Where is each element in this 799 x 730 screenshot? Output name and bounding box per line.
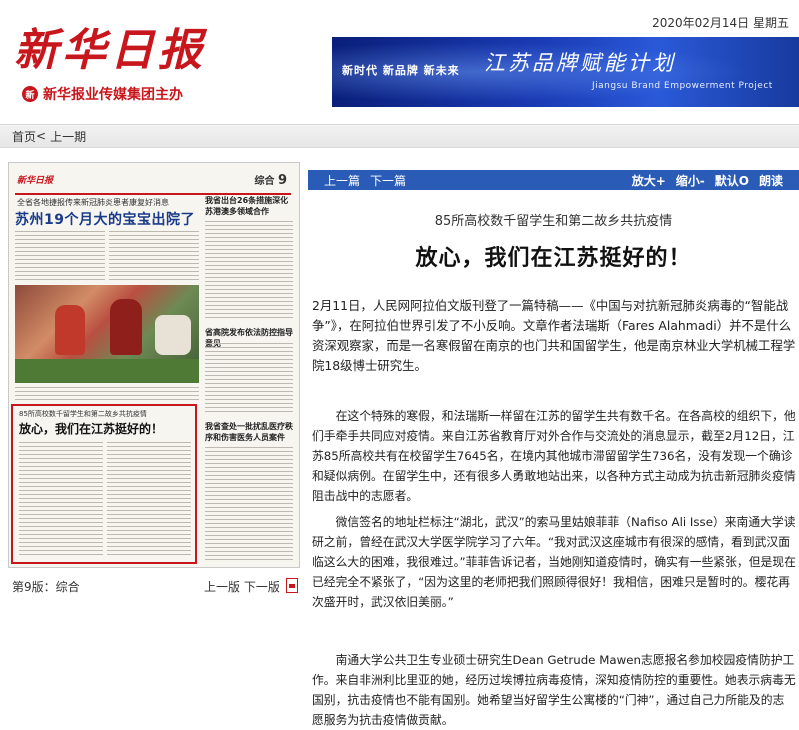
article-paragraph: 微信签名的地址栏标注“湖北，武汉”的索马里姑娘菲菲（Nafiso Ali Iss… [312,515,796,609]
photo-figure [55,305,85,355]
banner-slogan: 新时代 新品牌 新未来 [342,64,460,77]
article-body: 85所高校数千留学生和第二故乡共抗疫情 放心，我们在江苏挺好的！ 2月11日，人… [308,190,799,729]
selected-article-box[interactable]: 85所高校数千留学生和第二故乡共抗疫情 放心，我们在江苏挺好的！ [11,404,197,564]
thumb-photo[interactable] [15,285,199,383]
issue-weekday: 星期五 [752,16,789,30]
banner-title: 江苏品牌赋能计划 [484,51,676,75]
page-label[interactable]: 第9版：综合 [12,578,80,595]
article-paragraph: 南通大学公共卫生专业硕士研究生Dean Getrude Mawen志愿报名参加校… [312,653,796,727]
article-toolbar: 上一篇 下一篇 放大+ 缩小- 默认O 朗读 [308,170,799,190]
thumb-section: 综合 9 [254,172,287,188]
default-size-button[interactable]: 默认O [715,172,749,189]
selected-article-headline: 放心，我们在江苏挺好的！ [19,422,164,436]
banner-subtitle: Jiangsu Brand Empowerment Project [592,81,773,91]
publisher-line: 新 新华报业传媒集团主办 [22,84,183,104]
zoom-out-button[interactable]: 缩小- [676,172,705,189]
page-thumbnail[interactable]: 新华日报 综合 9 全省各地捷报传来新冠肺炎患者康复好消息 苏州19个月大的宝宝… [8,162,300,568]
prev-issue-link[interactable]: 上一期 [50,128,86,145]
thumb-text-column [205,343,293,415]
article-paragraph: 在这个特殊的寒假，和法瑞斯一样留在江苏的留学生共有数千名。在各高校的组织下，他们… [312,409,796,503]
photo-vegetables [15,359,199,383]
photo-figure [110,299,142,355]
thumb-masthead: 新华日报 综合 9 [15,171,291,195]
pdf-icon[interactable] [286,578,298,593]
masthead: 新华日报 新 新华报业传媒集团主办 2020年02月14日 星期五 新时代 新品… [0,0,799,118]
next-article-link[interactable]: 下一篇 [370,172,406,189]
thumb-text-column [109,231,199,281]
home-link[interactable]: 首页 [12,128,36,145]
newspaper-logo[interactable]: 新华日报 [14,14,206,78]
article-headline: 放心，我们在江苏挺好的！ [415,246,692,271]
breadcrumb-separator: < [36,129,47,143]
page-panel: 新华日报 综合 9 全省各地捷报传来新冠肺炎患者康复好消息 苏州19个月大的宝宝… [8,156,300,576]
brand-banner[interactable]: 新时代 新品牌 新未来 江苏品牌赋能计划 Jiangsu Brand Empow… [332,37,799,107]
prev-article-link[interactable]: 上一篇 [324,172,360,189]
page-footer: 第9版：综合 上一版 下一版 [8,578,298,596]
thumb-text-column [19,442,103,558]
thumb-headline[interactable]: 苏州19个月大的宝宝出院了 [15,209,201,229]
page-prev-next[interactable]: 上一版 下一版 [204,578,280,595]
selected-article-kicker: 85所高校数千留学生和第二故乡共抗疫情 [19,410,147,418]
thumb-text-column [107,442,191,558]
publisher-text: 新华报业传媒集团主办 [43,87,183,103]
thumb-logo: 新华日报 [17,176,54,186]
seal-icon: 新 [22,86,38,102]
photo-figure [155,315,191,355]
breadcrumb: 首页 < 上一期 [0,124,799,148]
zoom-in-button[interactable]: 放大+ [632,172,666,189]
text-size-controls: 放大+ 缩小- 默认O 朗读 [632,172,799,189]
read-aloud-button[interactable]: 朗读 [759,172,783,189]
thumb-text-column [15,231,105,281]
thumb-kicker: 全省各地捷报传来新冠肺炎患者康复好消息 [17,198,169,207]
thumb-section-label: 综合 [254,176,275,187]
thumb-caption [15,387,199,401]
article-paragraph: 2月11日，人民网阿拉伯文版刊登了一篇特稿——《中国与对抗新冠肺炎病毒的“智能战… [312,298,796,373]
thumb-text-column [205,447,293,561]
thumb-side-title[interactable]: 我省查处一批扰乱医疗秩序和伤害医务人员案件 [205,421,293,443]
article-subtitle: 85所高校数千留学生和第二故乡共抗疫情 [434,214,673,229]
thumb-side-title[interactable]: 我省出台26条措施深化苏港澳多领域合作 [205,195,293,217]
thumb-page-number: 9 [277,173,287,188]
thumb-text-column [205,221,293,321]
dateline: 2020年02月14日 星期五 [652,14,789,31]
issue-date: 2020年02月14日 [652,16,750,30]
